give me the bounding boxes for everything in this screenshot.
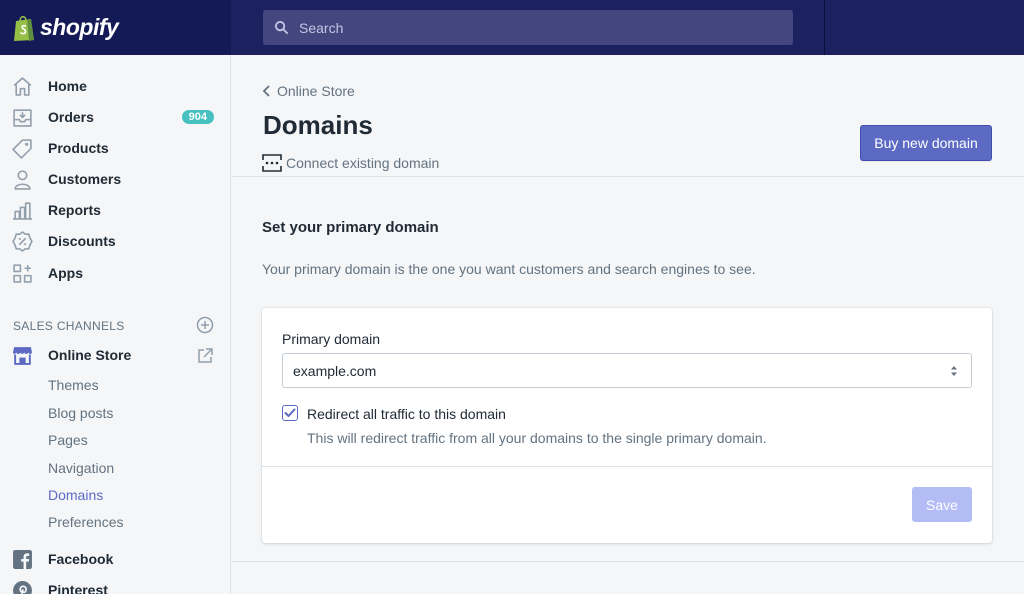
section-title: Set your primary domain [262, 219, 439, 236]
main-content: Online Store Domains Connect existing do… [232, 55, 1024, 594]
add-sales-channel-icon[interactable] [196, 316, 214, 334]
content-divider [232, 561, 1024, 562]
sidebar-subitem-preferences[interactable]: Preferences [48, 514, 123, 530]
tag-icon [12, 138, 32, 159]
external-link-icon[interactable] [196, 347, 214, 365]
sidebar-item-reports[interactable]: Reports [0, 196, 230, 224]
sidebar-item-label: Online Store [48, 347, 132, 363]
redirect-help-text: This will redirect traffic from all your… [307, 430, 767, 446]
sidebar-item-customers[interactable]: Customers [0, 165, 230, 193]
sidebar-item-apps[interactable]: Apps [0, 259, 230, 287]
section-description: Your primary domain is the one you want … [262, 261, 756, 277]
primary-domain-select[interactable]: example.com [282, 353, 972, 388]
orders-count-badge: 904 [181, 110, 214, 124]
sidebar: Home Orders 904 Products Customers Repor… [0, 55, 231, 594]
card-divider [262, 466, 992, 467]
home-icon [13, 76, 32, 96]
connect-existing-domain-link[interactable]: Connect existing domain [262, 153, 439, 173]
sidebar-item-label: Reports [48, 202, 101, 218]
facebook-icon [13, 549, 32, 569]
page-title: Domains [263, 110, 373, 140]
sidebar-item-facebook[interactable]: Facebook [0, 545, 230, 573]
buy-new-domain-button[interactable]: Buy new domain [860, 125, 992, 161]
page-header: Online Store Domains Connect existing do… [232, 55, 1024, 177]
redirect-checkbox-label[interactable]: Redirect all traffic to this domain [307, 406, 506, 422]
search-placeholder: Search [299, 19, 344, 36]
select-arrows-icon [951, 366, 957, 376]
pinterest-icon [13, 580, 32, 594]
breadcrumb[interactable]: Online Store [262, 83, 355, 99]
save-button[interactable]: Save [912, 487, 972, 522]
orders-icon [13, 108, 32, 127]
top-bar: shopify Search [0, 0, 1024, 55]
sidebar-item-label: Pinterest [48, 582, 108, 594]
redirect-checkbox[interactable] [282, 405, 298, 421]
shopify-bag-icon [14, 15, 34, 41]
primary-domain-card: Primary domain example.com Redirect all … [262, 308, 992, 543]
sidebar-item-label: Home [48, 78, 87, 94]
sidebar-item-orders[interactable]: Orders 904 [0, 103, 230, 131]
domain-icon [262, 154, 282, 172]
search-icon [274, 20, 289, 35]
sidebar-item-label: Orders [48, 109, 94, 125]
connect-existing-domain-label: Connect existing domain [286, 155, 440, 171]
sidebar-item-label: Discounts [48, 233, 116, 249]
sidebar-item-pinterest[interactable]: Pinterest [0, 576, 230, 594]
sidebar-item-home[interactable]: Home [0, 72, 230, 100]
sidebar-subitem-navigation[interactable]: Navigation [48, 460, 114, 476]
sidebar-item-label: Apps [48, 265, 83, 281]
sidebar-item-label: Products [48, 140, 109, 156]
sales-channels-heading: SALES CHANNELS [13, 319, 125, 333]
sidebar-item-discounts[interactable]: Discounts [0, 227, 230, 255]
sidebar-subitem-blog-posts[interactable]: Blog posts [48, 405, 113, 421]
primary-domain-label: Primary domain [282, 331, 381, 347]
sidebar-item-label: Facebook [48, 551, 114, 567]
discount-icon [12, 230, 33, 252]
sidebar-subitem-pages[interactable]: Pages [48, 432, 88, 448]
sidebar-item-label: Customers [48, 171, 122, 187]
brand-logo-text: shopify [40, 14, 119, 40]
topbar-divider [824, 0, 825, 55]
sidebar-subitem-domains[interactable]: Domains [48, 487, 103, 503]
apps-icon [13, 263, 32, 283]
person-icon [14, 169, 31, 190]
store-icon [13, 346, 32, 365]
primary-domain-value: example.com [293, 362, 377, 379]
chevron-left-icon [262, 85, 270, 97]
checkmark-icon [284, 408, 296, 417]
sidebar-item-products[interactable]: Products [0, 134, 230, 162]
brand-area[interactable]: shopify [0, 0, 231, 55]
sidebar-subitem-themes[interactable]: Themes [48, 377, 99, 393]
bar-chart-icon [13, 201, 32, 220]
search-input[interactable]: Search [263, 10, 793, 45]
breadcrumb-label: Online Store [277, 83, 355, 99]
